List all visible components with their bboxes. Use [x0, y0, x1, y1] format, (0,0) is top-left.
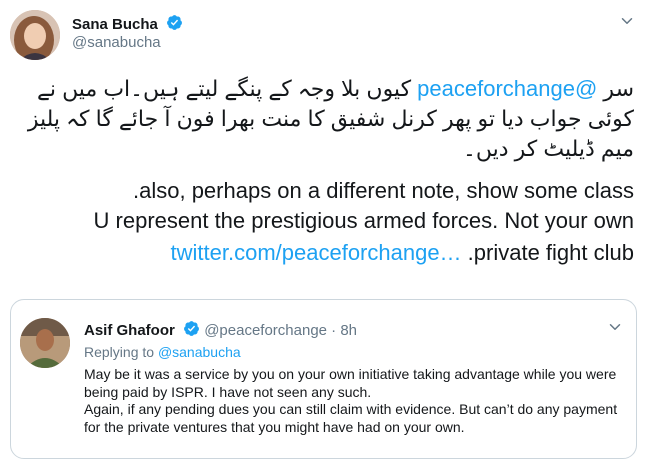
- quoted-tweet[interactable]: Asif Ghafoor @peaceforchange · 8h Replyi…: [10, 299, 637, 459]
- tweet-text-line5: U represent the prestigious armed forces…: [93, 208, 634, 233]
- tweet-text-line6-tail: .private fight club: [461, 240, 634, 265]
- tweet-text-line4: .also, perhaps on a different note, show…: [133, 178, 634, 203]
- replying-to-handle[interactable]: @sanabucha: [158, 344, 241, 360]
- quoted-avatar[interactable]: [20, 318, 70, 368]
- verified-badge-icon: [167, 15, 182, 30]
- tweet-text-urdu: سر @peaceforchange کیوں بلا وجہ کے پنگے …: [8, 74, 634, 164]
- quoted-timestamp[interactable]: · 8h: [331, 322, 357, 339]
- quoted-avatar-image: [20, 318, 70, 368]
- quoted-author-handle[interactable]: @peaceforchange: [204, 322, 327, 339]
- author-handle[interactable]: @sanabucha: [72, 34, 161, 51]
- tweet-card: Sana Bucha @sanabucha سر @peaceforchange…: [0, 0, 650, 460]
- quoted-paragraph-2: Again, if any pending dues you can still…: [84, 401, 618, 435]
- mention-link[interactable]: @peaceforchange: [417, 76, 597, 101]
- quoted-tweet-text: May be it was a service by you on your o…: [84, 366, 624, 436]
- tweet-text-urdu-pre: سر: [597, 76, 634, 101]
- quoted-tweet-link[interactable]: twitter.com/peaceforchange…: [171, 240, 462, 265]
- replying-to-label: Replying to: [84, 344, 158, 360]
- quoted-author-name[interactable]: Asif Ghafoor: [84, 322, 175, 339]
- author-name-text[interactable]: Sana Bucha: [72, 16, 158, 33]
- tweet-text-line6: twitter.com/peaceforchange… .private fig…: [171, 238, 634, 268]
- avatar[interactable]: [10, 10, 60, 60]
- verified-badge-icon: [184, 321, 199, 336]
- quoted-author[interactable]: Asif Ghafoor @peaceforchange · 8h: [84, 320, 357, 339]
- chevron-down-icon[interactable]: [606, 318, 624, 336]
- avatar-image: [10, 10, 60, 60]
- chevron-down-icon[interactable]: [618, 12, 636, 30]
- author-name[interactable]: Sana Bucha: [72, 14, 183, 33]
- quoted-paragraph-1: May be it was a service by you on your o…: [84, 366, 617, 400]
- replying-to: Replying to @sanabucha: [84, 344, 241, 360]
